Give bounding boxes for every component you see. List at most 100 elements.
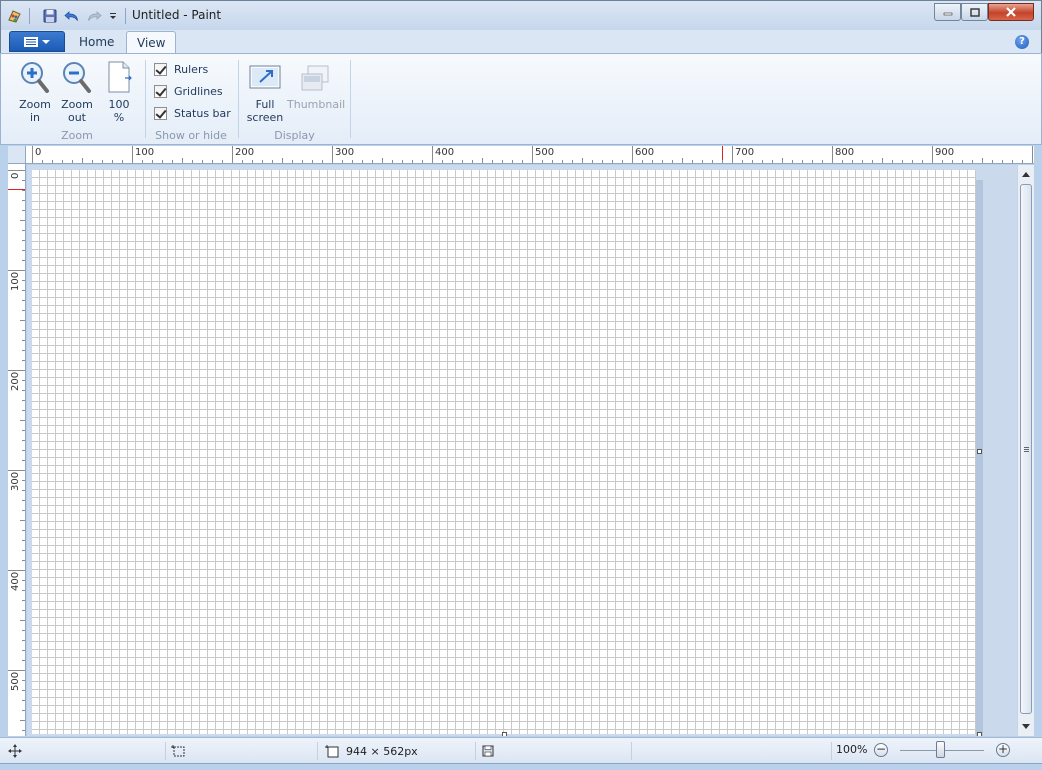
scroll-up-button[interactable] <box>1018 166 1034 182</box>
status-bar-checkbox[interactable]: Status bar <box>154 104 231 122</box>
ruler-tick <box>722 160 723 163</box>
ruler-label: 200 <box>10 371 21 391</box>
canvas-workspace <box>27 165 1017 736</box>
vertical-scrollbar[interactable] <box>1017 165 1034 736</box>
ruler-tick <box>20 620 25 621</box>
resize-handle-bottom[interactable] <box>502 732 507 736</box>
ruler-tick <box>82 158 83 163</box>
customize-quick-access-icon[interactable] <box>104 7 122 25</box>
canvas-size-text: 944 × 562px <box>346 744 418 758</box>
ruler-tick <box>22 310 25 311</box>
zoom-out-button[interactable]: Zoom out <box>59 58 95 124</box>
maximize-button[interactable] <box>961 3 988 21</box>
ruler-tick <box>22 390 25 391</box>
ruler-label: 400 <box>10 571 21 591</box>
disk-icon <box>482 745 494 757</box>
ruler-tick <box>482 158 483 163</box>
rulers-label: Rulers <box>174 62 209 76</box>
page-icon <box>101 58 137 98</box>
ruler-tick <box>702 160 703 163</box>
zoom-in-icon <box>17 58 53 98</box>
ruler-tick <box>22 360 25 361</box>
ruler-tick <box>22 260 25 261</box>
ruler-tick <box>22 440 25 441</box>
ruler-tick <box>342 160 343 163</box>
checkbox-checked-icon <box>154 106 167 120</box>
ruler-tick <box>542 160 543 163</box>
ruler-tick <box>842 160 843 163</box>
full-screen-icon <box>247 58 283 98</box>
ruler-label: 800 <box>835 147 855 158</box>
resize-handle-right[interactable] <box>977 449 982 454</box>
zoom-in-button[interactable]: Zoom in <box>17 58 53 124</box>
ruler-tick <box>232 146 233 163</box>
save-icon[interactable] <box>41 7 59 25</box>
quick-access-separator <box>29 8 30 24</box>
ribbon-tabs: Home View ? <box>0 30 1042 54</box>
ruler-tick <box>762 160 763 163</box>
ruler-tick <box>8 670 25 671</box>
grip-icon <box>1024 447 1029 452</box>
redo-icon[interactable] <box>85 7 103 25</box>
scroll-down-button[interactable] <box>1018 718 1034 734</box>
canvas-shadow <box>976 180 983 736</box>
ruler-tick <box>22 280 25 281</box>
ruler-tick <box>20 220 25 221</box>
ruler-tick <box>1012 160 1013 163</box>
ruler-tick <box>22 590 25 591</box>
paint-app-icon[interactable] <box>6 7 24 25</box>
undo-icon[interactable] <box>63 7 81 25</box>
zoom-out-icon[interactable]: − <box>874 743 888 757</box>
ruler-tick <box>992 160 993 163</box>
status-bar-label: Status bar <box>174 106 231 120</box>
paint-menu-button[interactable] <box>9 31 65 52</box>
ruler-tick <box>912 160 913 163</box>
ruler-tick <box>20 420 25 421</box>
drawing-canvas[interactable] <box>32 170 976 734</box>
rulers-checkbox[interactable]: Rulers <box>154 60 208 78</box>
full-screen-button[interactable]: Full screen <box>245 58 285 124</box>
zoom-100-button[interactable]: 100 % <box>101 58 137 124</box>
ruler-tick <box>832 146 833 163</box>
ruler-tick <box>22 660 25 661</box>
resize-handle-corner[interactable] <box>977 732 982 736</box>
ruler-label: 500 <box>535 147 555 158</box>
ruler-tick <box>22 610 25 611</box>
ruler-tick <box>362 160 363 163</box>
ruler-tick <box>22 500 25 501</box>
title-bar: Untitled - Paint <box>0 0 1042 30</box>
ruler-tick <box>142 160 143 163</box>
ruler-tick <box>22 460 25 461</box>
ruler-tick <box>222 160 223 163</box>
gridlines-checkbox[interactable]: Gridlines <box>154 82 223 100</box>
ruler-label: 200 <box>235 147 255 158</box>
ruler-tick <box>292 160 293 163</box>
ruler-tick <box>22 730 25 731</box>
minimize-button[interactable] <box>934 3 961 21</box>
tab-view[interactable]: View <box>126 31 177 54</box>
ruler-tick <box>262 160 263 163</box>
checkbox-checked-icon <box>154 84 167 98</box>
tab-home[interactable]: Home <box>69 31 124 54</box>
zoom-slider-thumb[interactable] <box>936 741 945 758</box>
ruler-tick <box>852 160 853 163</box>
ruler-label: 500 <box>10 671 21 691</box>
ruler-label: 100 <box>10 271 21 291</box>
thumbnail-button[interactable]: Thumbnail <box>287 58 345 111</box>
zoom-in-label-2: in <box>29 111 41 124</box>
ruler-tick <box>382 158 383 163</box>
zoom-out-label-1: Zoom <box>61 98 93 111</box>
scroll-thumb[interactable] <box>1020 184 1032 714</box>
ruler-tick <box>192 160 193 163</box>
ruler-tick <box>582 158 583 163</box>
ruler-tick <box>462 160 463 163</box>
ruler-tick <box>412 160 413 163</box>
help-icon[interactable]: ? <box>1015 35 1029 49</box>
zoom-in-icon[interactable]: + <box>996 743 1010 757</box>
ruler-tick <box>1032 146 1033 163</box>
ruler-tick <box>22 550 25 551</box>
ruler-tick <box>942 160 943 163</box>
close-button[interactable] <box>988 3 1034 21</box>
title-separator <box>125 8 126 24</box>
ruler-tick <box>20 720 25 721</box>
